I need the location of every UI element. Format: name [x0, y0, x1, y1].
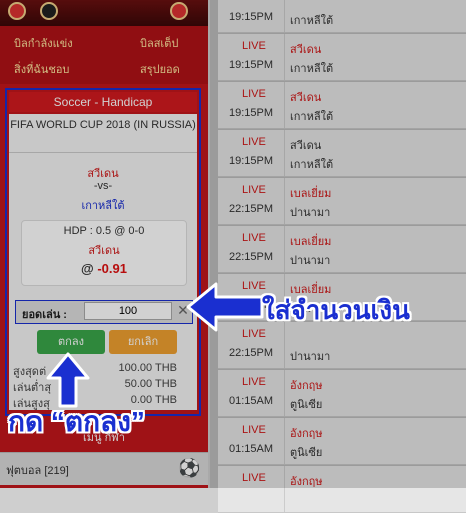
row-divider — [284, 466, 285, 512]
team-b: ตูนิเซีย — [290, 399, 323, 411]
bet-slip: Soccer - Handicap FIFA WORLD CUP 2018 (I… — [5, 88, 201, 416]
limit-value: 100.00 THB — [118, 362, 177, 374]
live-badge: LIVE — [242, 136, 266, 148]
row-divider — [284, 226, 285, 272]
team-a: อังกฤษ — [290, 380, 323, 392]
team-a: สวีเดน — [290, 140, 322, 152]
live-badge: LIVE — [242, 232, 266, 244]
row-divider — [284, 418, 285, 464]
versus-label: -vs- — [93, 180, 113, 192]
team-a: อังกฤษ — [290, 476, 323, 488]
casino-chip-icon — [170, 2, 188, 20]
match-row[interactable]: LIVE 19:15PM สวีเดน เกาหลีใต้ — [218, 82, 466, 129]
team-b: ปานามา — [290, 351, 331, 363]
team-b: เกาหลีใต้ — [290, 63, 334, 75]
live-badge: LIVE — [242, 184, 266, 196]
match-time: 19:15PM — [229, 11, 274, 23]
match-row[interactable]: 19:15PM เกาหลีใต้ — [218, 0, 466, 33]
match-row[interactable]: LIVE อังกฤษ — [218, 466, 466, 513]
match-row[interactable]: LIVE 01:15AM อังกฤษ ตูนิเซีย — [218, 370, 466, 417]
live-badge: LIVE — [242, 88, 266, 100]
menu-step-bets[interactable]: บิลสเต็ป — [140, 34, 178, 52]
team-b: ตูนิเซีย — [290, 447, 323, 459]
row-divider — [284, 370, 285, 416]
live-badge: LIVE — [242, 424, 266, 436]
match-time: 19:15PM — [229, 107, 274, 119]
casino-chip-icon — [8, 2, 26, 20]
bet-menu: บิลกำลังแข่ง บิลสเต็ป สิ่งที่ฉันชอบ สรุป… — [0, 26, 208, 84]
match-time: 19:15PM — [229, 59, 274, 71]
selected-pick: สวีเดน — [88, 245, 120, 257]
menu-running-bets[interactable]: บิลกำลังแข่ง — [14, 34, 73, 52]
row-divider — [284, 178, 285, 224]
stake-row: ยอดเล่น : ✕ — [15, 300, 193, 324]
arrow-left-icon — [186, 282, 264, 332]
match-row[interactable]: LIVE 01:15AM อังกฤษ ตูนิเซีย — [218, 418, 466, 465]
limit-label: สูงสุดต่ — [13, 366, 47, 378]
live-badge: LIVE — [242, 376, 266, 388]
row-divider — [284, 34, 285, 80]
match-row[interactable]: LIVE 19:15PM สวีเดน เกาหลีใต้ — [218, 34, 466, 81]
odds-line: @ -0.91 — [22, 261, 186, 276]
match-time: 22:15PM — [229, 347, 274, 359]
team-a: สวีเดน — [290, 92, 322, 104]
team-b: เกาหลีใต้ — [290, 111, 334, 123]
match-list: 19:15PM เกาหลีใต้ LIVE 19:15PM สวีเดน เก… — [210, 0, 466, 513]
stake-label: ยอดเล่น : — [22, 309, 67, 321]
casino-banner — [0, 0, 208, 26]
match-row[interactable]: LIVE 22:15PM เบลเยี่ยม ปานามา — [218, 178, 466, 225]
match-title: FIFA WORLD CUP 2018 (IN RUSSIA) — [9, 116, 197, 153]
match-time: 01:15AM — [229, 395, 274, 407]
team-a: เบลเยี่ยม — [290, 188, 332, 200]
team-a: เบลเยี่ยม — [290, 236, 332, 248]
hdp-line: HDP : 0.5 @ 0-0 — [63, 225, 145, 237]
team-b: เกาหลีใต้ — [290, 159, 334, 171]
row-divider — [284, 0, 285, 32]
row-divider — [284, 82, 285, 128]
bet-detail-box: HDP : 0.5 @ 0-0 สวีเดน @ -0.91 — [21, 220, 187, 286]
match-row[interactable]: LIVE 22:15PM เบลเยี่ยม ปานามา — [218, 226, 466, 273]
team-b: ปานามา — [290, 207, 331, 219]
sports-item-soccer[interactable]: ฟุตบอล [219] ⚽ — [0, 452, 208, 485]
live-badge: LIVE — [242, 40, 266, 52]
match-time: 19:15PM — [229, 155, 274, 167]
confirm-button[interactable]: ตกลง — [37, 330, 105, 354]
menu-summary[interactable]: สรุปยอด — [140, 60, 180, 78]
team-a: สวีเดน — [290, 44, 322, 56]
annotation-enter-amount: ใส่จำนวนเงิน — [262, 295, 410, 325]
match-time: 01:15AM — [229, 443, 274, 455]
team-a: อังกฤษ — [290, 428, 323, 440]
casino-chip-icon — [40, 2, 58, 20]
cancel-button[interactable]: ยกเลิก — [109, 330, 177, 354]
match-row[interactable]: LIVE 19:15PM สวีเดน เกาหลีใต้ — [218, 130, 466, 177]
team-b: เกาหลีใต้ — [290, 15, 334, 27]
annotation-press-ok: กด “ตกลง” — [8, 406, 145, 437]
stake-input[interactable] — [84, 302, 172, 320]
limit-value: 50.00 THB — [124, 378, 177, 390]
match-time: 22:15PM — [229, 251, 274, 263]
row-divider — [284, 130, 285, 176]
sports-item-label: ฟุตบอล [219] — [6, 465, 69, 477]
soccer-ball-icon: ⚽ — [178, 458, 201, 479]
odds-at: @ — [81, 261, 94, 276]
menu-favorites[interactable]: สิ่งที่ฉันชอบ — [14, 60, 69, 78]
match-time: 22:15PM — [229, 203, 274, 215]
live-badge: LIVE — [242, 472, 266, 484]
team-away: เกาหลีใต้ — [81, 200, 125, 212]
slip-header: Soccer - Handicap — [9, 92, 197, 112]
team-b: ปานามา — [290, 255, 331, 267]
slip-body: FIFA WORLD CUP 2018 (IN RUSSIA) สวีเดน -… — [9, 114, 197, 410]
odds-value: -0.91 — [97, 261, 127, 276]
